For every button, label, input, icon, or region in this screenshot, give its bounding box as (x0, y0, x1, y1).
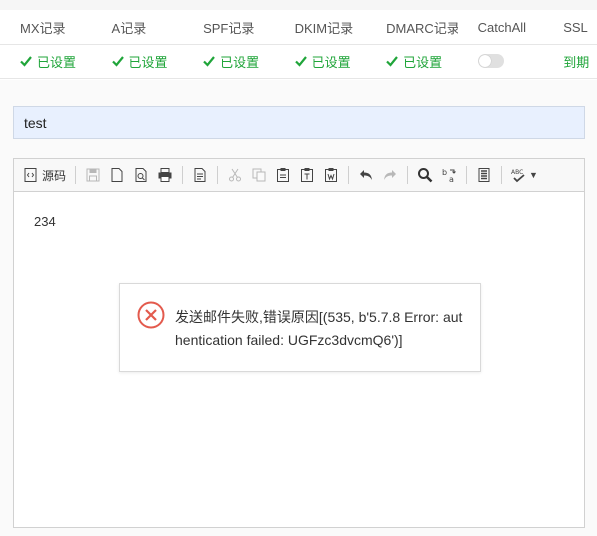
copy-icon (252, 168, 266, 182)
toolbar-divider (182, 166, 184, 184)
undo-icon (360, 170, 373, 180)
toolbar-divider (348, 166, 350, 184)
paste-text-button[interactable] (296, 163, 318, 187)
check-icon (20, 56, 32, 67)
cut-button[interactable] (224, 163, 246, 187)
mx-status-label: 已设置 (37, 54, 77, 70)
redo-button[interactable] (379, 163, 401, 187)
check-icon (294, 56, 307, 67)
print-icon (158, 168, 172, 182)
search-icon (418, 168, 433, 183)
svg-text:a: a (449, 175, 454, 183)
save-button[interactable] (82, 163, 104, 187)
header-ssl: SSL (563, 19, 588, 35)
source-label: 源码 (42, 168, 67, 183)
dmarc-status: 已设置 (366, 44, 458, 78)
spellcheck-button[interactable]: ABC ▼ (508, 163, 541, 187)
toolbar-divider (75, 166, 77, 184)
ssl-expiry-link[interactable]: 到期 (549, 44, 597, 78)
dkim-status: 已设置 (275, 44, 367, 78)
error-message-dialog: 发送邮件失败,错误原因[(535, b'5.7.8 Error: authent… (119, 283, 481, 372)
a-status-label: 已设置 (128, 54, 168, 70)
dmarc-status-label: 已设置 (403, 54, 443, 70)
header-spf: SPF记录 (203, 20, 255, 36)
svg-text:b: b (442, 168, 447, 177)
source-button[interactable]: 源码 (20, 163, 69, 187)
print-button[interactable] (154, 163, 176, 187)
header-a: A记录 (111, 20, 147, 36)
replace-button[interactable]: ba (438, 163, 460, 187)
catchall-toggle[interactable] (477, 54, 504, 68)
save-icon (86, 168, 100, 182)
select-all-button[interactable] (473, 163, 495, 187)
preview-icon (135, 168, 147, 182)
spf-status: 已设置 (183, 44, 275, 78)
find-button[interactable] (414, 163, 436, 187)
select-all-icon (478, 168, 490, 182)
redo-icon (384, 170, 397, 180)
paste-text-icon (301, 168, 314, 182)
new-page-button[interactable] (106, 163, 128, 187)
a-status: 已设置 (92, 44, 184, 78)
toolbar-divider (501, 166, 503, 184)
templates-button[interactable] (189, 163, 211, 187)
chevron-down-icon: ▼ (529, 170, 538, 180)
mx-status: 已设置 (0, 44, 92, 78)
check-icon (386, 56, 398, 67)
preview-button[interactable] (130, 163, 152, 187)
error-icon (137, 301, 165, 329)
table-top-row (0, 0, 597, 10)
replace-icon: ba (442, 168, 456, 183)
undo-button[interactable] (355, 163, 377, 187)
scissors-icon (229, 168, 242, 182)
new-page-icon (111, 168, 123, 182)
check-icon (111, 56, 124, 67)
toolbar-divider (217, 166, 219, 184)
header-catchall: CatchAll (477, 19, 527, 35)
svg-text:ABC: ABC (511, 169, 523, 176)
check-icon (203, 56, 215, 67)
spellcheck-icon: ABC (511, 169, 525, 183)
paste-icon (277, 168, 290, 182)
paste-word-button[interactable] (320, 163, 342, 187)
table-header: MX记录 A记录 SPF记录 DKIM记录 DMARC记录 CatchAll S… (0, 10, 597, 45)
error-message-text: 发送邮件失败,错误原因[(535, b'5.7.8 Error: authent… (175, 309, 463, 348)
toolbar-divider (407, 166, 409, 184)
table-row: 已设置 已设置 已设置 已设置 已设置 到期 (0, 44, 597, 79)
header-mx: MX记录 (20, 20, 66, 36)
toolbar-divider (466, 166, 468, 184)
editor-toolbar: 源码 b a ABC ▼ (14, 159, 584, 192)
paste-button[interactable] (272, 163, 294, 187)
dkim-status-label: 已设置 (311, 54, 351, 70)
subject-field[interactable]: test (13, 106, 585, 139)
editor-content[interactable]: 234 (14, 192, 584, 251)
templates-icon (194, 168, 206, 182)
header-dmarc: DMARC记录 (386, 20, 458, 36)
catchall-cell (458, 44, 550, 78)
dns-record-table: MX记录 A记录 SPF记录 DKIM记录 DMARC记录 CatchAll S… (0, 0, 597, 80)
source-icon (24, 168, 37, 182)
copy-button[interactable] (248, 163, 270, 187)
header-dkim: DKIM记录 (294, 20, 354, 36)
paste-word-icon (325, 168, 338, 182)
spf-status-label: 已设置 (220, 54, 260, 70)
